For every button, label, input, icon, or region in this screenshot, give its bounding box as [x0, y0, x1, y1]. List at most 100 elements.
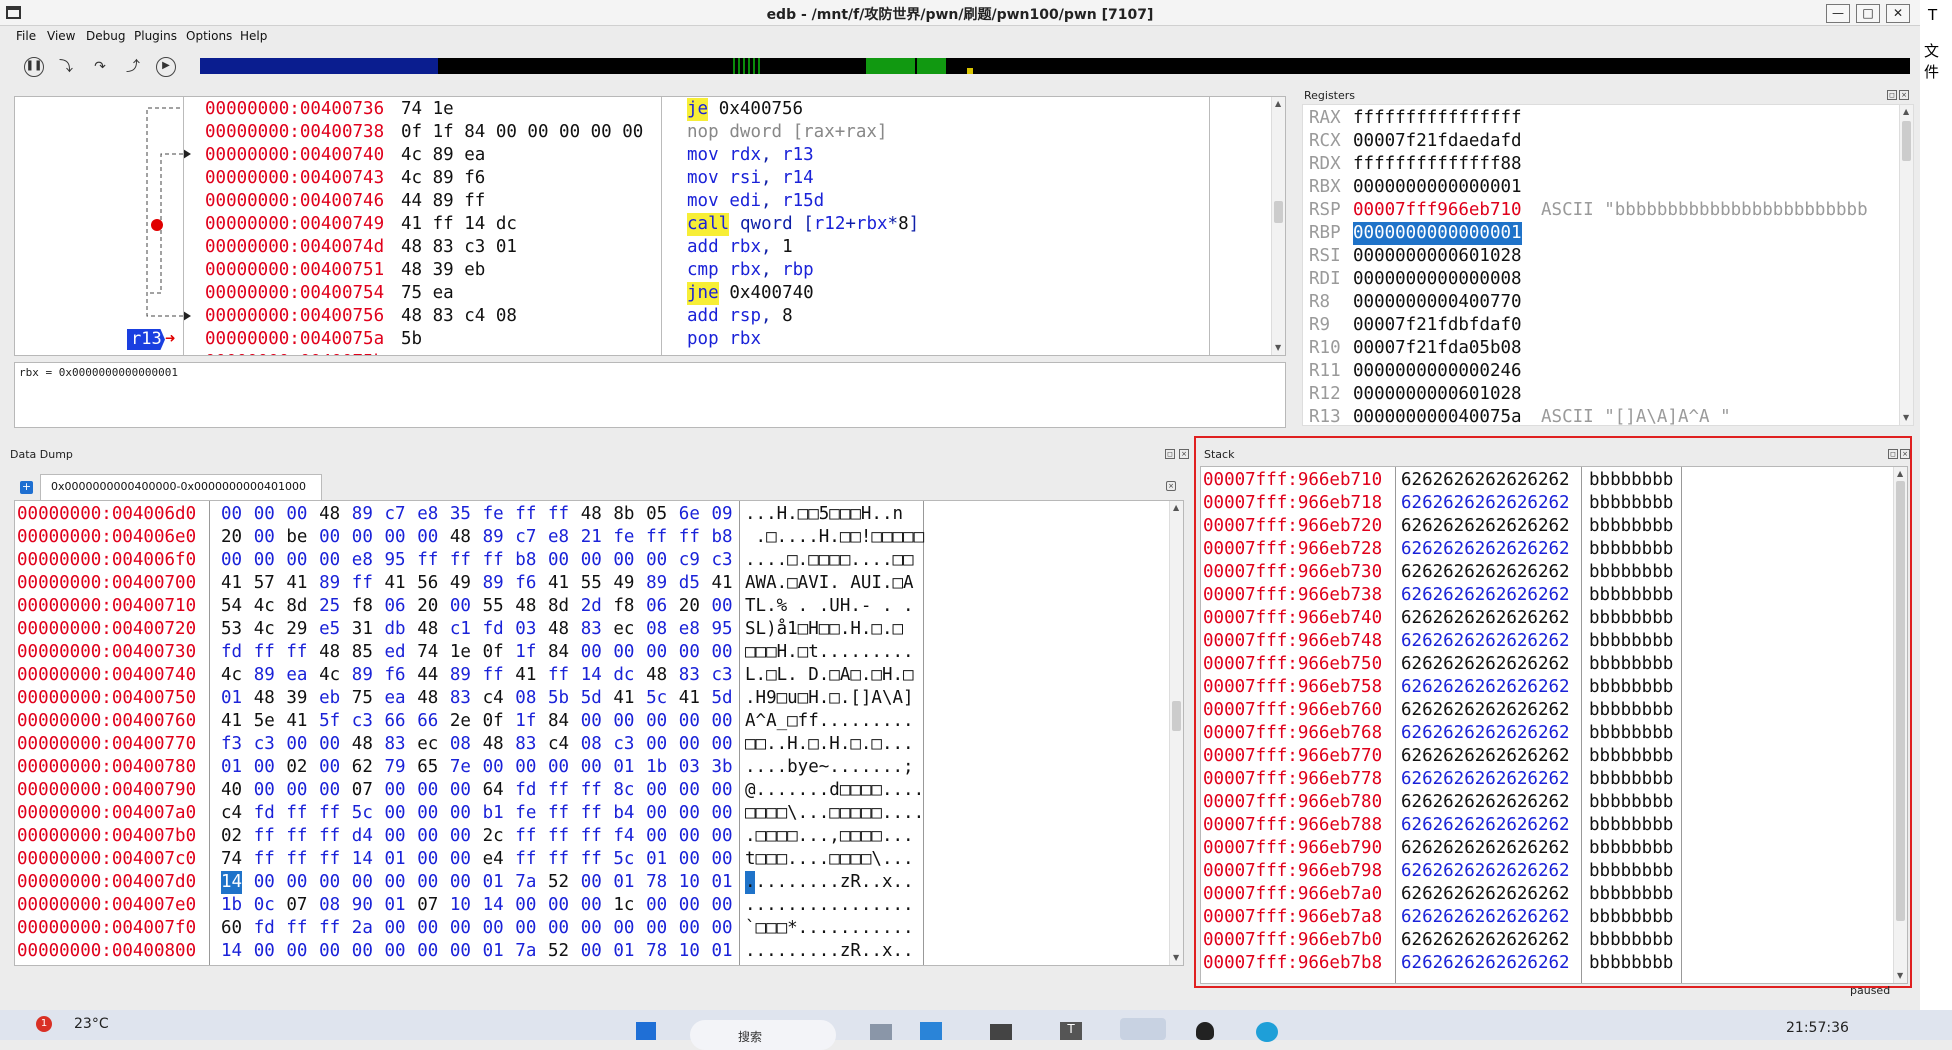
dump-byte[interactable]: ff [515, 848, 536, 871]
dump-byte[interactable]: 41 [548, 572, 569, 595]
stack-value[interactable]: 6262626262626262 [1401, 607, 1570, 630]
dump-byte[interactable]: 00 [581, 641, 602, 664]
dump-byte[interactable]: 8d [548, 595, 569, 618]
dump-row[interactable]: 00000000:004007e0 1b 0c 07 08 90 01 07 10 14 00 00 0… [15, 894, 935, 917]
dump-byte[interactable]: ff [483, 549, 504, 572]
dump-byte[interactable]: 66 [417, 710, 438, 733]
register-row[interactable]: RSI 0000000000601028 [1309, 245, 1909, 268]
dump-byte[interactable]: ff [483, 664, 504, 687]
dump-byte[interactable]: 1f [515, 641, 536, 664]
dump-byte[interactable]: 00 [613, 917, 634, 940]
dump-byte[interactable]: 40 [221, 779, 242, 802]
stack-value[interactable]: 6262626262626262 [1401, 837, 1570, 860]
dump-byte[interactable]: 08 [515, 687, 536, 710]
dump-byte[interactable]: 00 [646, 641, 667, 664]
dump-byte[interactable]: 08 [319, 894, 340, 917]
dump-row[interactable]: 00000000:004007d0 14 00 00 00 00 00 00 00 01 7a 52 0… [15, 871, 935, 894]
dump-byte[interactable]: 52 [548, 940, 569, 963]
dump-byte[interactable]: 20 [417, 595, 438, 618]
dump-byte[interactable]: 7e [450, 756, 471, 779]
step-over-icon[interactable]: ↷ [90, 57, 110, 77]
dump-byte[interactable]: 3b [712, 756, 733, 779]
typora-icon[interactable]: T [1060, 1022, 1082, 1040]
close-icon[interactable]: × [1179, 449, 1189, 459]
dump-byte[interactable]: 74 [417, 641, 438, 664]
dump-byte[interactable]: 00 [581, 894, 602, 917]
dump-byte[interactable]: 89 [352, 664, 373, 687]
dump-byte[interactable]: 10 [679, 940, 700, 963]
register-row[interactable]: R12 0000000000601028 [1309, 383, 1909, 406]
dump-byte[interactable]: 83 [581, 618, 602, 641]
dump-byte[interactable]: 48 [646, 664, 667, 687]
stack-value[interactable]: 6262626262626262 [1401, 469, 1570, 492]
stack-value[interactable]: 6262626262626262 [1401, 515, 1570, 538]
stack-row[interactable]: 00007fff:966eb778 6262626262626262 bbbbbbb… [1201, 768, 1891, 791]
dump-byte[interactable]: 55 [581, 572, 602, 595]
dump-byte[interactable]: 00 [581, 871, 602, 894]
dump-byte[interactable]: 89 [646, 572, 667, 595]
dump-byte[interactable]: 00 [254, 940, 275, 963]
dump-byte[interactable]: 01 [483, 871, 504, 894]
dump-byte[interactable]: 00 [548, 549, 569, 572]
dump-byte[interactable]: 00 [385, 940, 406, 963]
stack-view[interactable]: 00007fff:966eb710 6262626262626262 bbbbbbb… [1200, 466, 1908, 984]
dump-byte[interactable]: 02 [286, 756, 307, 779]
dump-byte[interactable]: 00 [417, 871, 438, 894]
dump-byte[interactable]: e8 [548, 526, 569, 549]
dump-byte[interactable]: f8 [352, 595, 373, 618]
dump-byte[interactable]: 83 [515, 733, 536, 756]
dump-byte[interactable]: 1b [221, 894, 242, 917]
menu-plugins[interactable]: Plugins [134, 29, 177, 43]
dump-byte[interactable]: fd [254, 802, 275, 825]
dump-byte[interactable]: 78 [646, 871, 667, 894]
dump-byte[interactable]: 00 [417, 526, 438, 549]
dump-byte[interactable]: 00 [450, 848, 471, 871]
stack-row[interactable]: 00007fff:966eb720 6262626262626262 bbbbbbb… [1201, 515, 1891, 538]
float-icon[interactable]: ◻ [1887, 90, 1897, 100]
dump-byte[interactable]: c3 [613, 733, 634, 756]
dump-byte[interactable]: 48 [581, 503, 602, 526]
stack-value[interactable]: 6262626262626262 [1401, 814, 1570, 837]
stack-row[interactable]: 00007fff:966eb798 6262626262626262 bbbbbbb… [1201, 860, 1891, 883]
dump-byte[interactable]: 48 [548, 618, 569, 641]
stack-row[interactable]: 00007fff:966eb780 6262626262626262 bbbbbbb… [1201, 791, 1891, 814]
register-row[interactable]: RCX 00007f21fdaedafd [1309, 130, 1909, 153]
dump-byte[interactable]: 00 [483, 756, 504, 779]
dump-byte[interactable]: ff [286, 641, 307, 664]
dump-byte[interactable]: 00 [679, 894, 700, 917]
minimize-button[interactable]: — [1826, 4, 1850, 23]
stack-value[interactable]: 6262626262626262 [1401, 584, 1570, 607]
dump-byte[interactable]: b4 [613, 802, 634, 825]
dump-byte[interactable]: e8 [352, 549, 373, 572]
dump-byte[interactable]: ff [548, 503, 569, 526]
dump-byte[interactable]: e8 [417, 503, 438, 526]
disasm-row[interactable]: r13 ➜ 00000000:0040075a 5b pop rbx [15, 328, 1255, 351]
edb-taskbar-icon[interactable] [1120, 1018, 1166, 1040]
dump-byte[interactable]: 00 [385, 802, 406, 825]
dump-byte[interactable]: 14 [221, 940, 242, 963]
dump-byte[interactable]: 06 [385, 595, 406, 618]
close-button[interactable]: ✕ [1886, 4, 1910, 23]
dump-byte[interactable]: 00 [712, 802, 733, 825]
dump-byte[interactable]: 07 [286, 894, 307, 917]
dump-byte[interactable]: 1e [450, 641, 471, 664]
dump-byte[interactable]: 1c [613, 894, 634, 917]
dump-byte[interactable]: 00 [450, 825, 471, 848]
dump-byte[interactable]: 00 [319, 779, 340, 802]
dump-row[interactable]: 00000000:00400760 41 5e 41 5f c3 66 66 2e 0f 1f 84 0… [15, 710, 935, 733]
dump-byte[interactable]: 00 [679, 802, 700, 825]
dump-byte[interactable]: 55 [483, 595, 504, 618]
dump-byte[interactable]: 48 [254, 687, 275, 710]
breakpoint-icon[interactable] [151, 219, 163, 231]
dump-byte[interactable]: 6e [679, 503, 700, 526]
dump-byte[interactable]: f6 [515, 572, 536, 595]
dump-byte[interactable]: ff [319, 917, 340, 940]
dump-byte[interactable]: 00 [352, 871, 373, 894]
dump-byte[interactable]: 41 [385, 572, 406, 595]
stack-row[interactable]: 00007fff:966eb718 6262626262626262 bbbbbbb… [1201, 492, 1891, 515]
dump-byte[interactable]: 01 [385, 848, 406, 871]
disasm-row[interactable]: 00000000:00400738 0f 1f 84 00 00 00 00 00… [15, 121, 1255, 144]
dump-byte[interactable]: ff [254, 848, 275, 871]
dump-byte[interactable]: be [286, 526, 307, 549]
dump-byte[interactable]: 00 [286, 549, 307, 572]
